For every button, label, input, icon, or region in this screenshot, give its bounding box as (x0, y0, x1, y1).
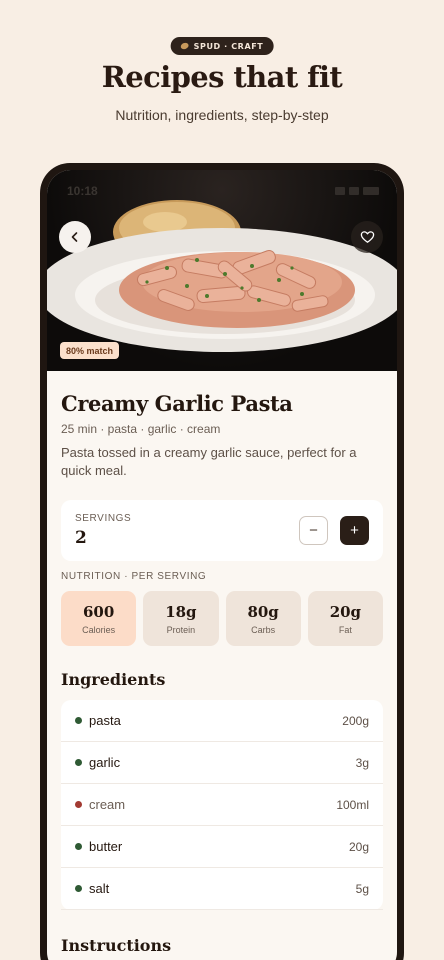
nutrition-calories: 600 Calories (61, 591, 137, 646)
nutrition-protein: 18g Protein (143, 591, 219, 646)
missing-dot-icon (75, 801, 82, 808)
match-badge: 80% match (60, 342, 120, 359)
phone-frame: 10:18 80% match Creamy Garlic Pasta 25 m… (40, 163, 404, 960)
ingredients-list: pasta 200g garlic 3g cream 100ml butter … (61, 700, 383, 910)
servings-value: 2 (75, 528, 87, 548)
brand-pill: SPUD · CRAFT (170, 37, 274, 55)
nutrition-name: Fat (338, 624, 352, 635)
heart-icon (360, 231, 374, 243)
brand-label: SPUD · CRAFT (193, 41, 264, 51)
ingredient-row[interactable]: pasta 200g (61, 700, 383, 742)
ingredient-qty: 5g (355, 881, 369, 896)
back-button[interactable] (59, 221, 91, 253)
nutrition-row: 600 Calories 18g Protein 80g Carbs 20g F… (61, 591, 383, 646)
ingredient-row[interactable]: garlic 3g (61, 742, 383, 784)
nutrition-carbs: 80g Carbs (225, 591, 301, 646)
ingredient-name: pasta (89, 713, 121, 728)
ingredient-qty: 20g (348, 839, 369, 854)
ingredient-name: garlic (89, 755, 121, 770)
status-bar: 10:18 (67, 184, 379, 198)
pasta-illustration (47, 200, 397, 352)
ingredient-qty: 200g (342, 713, 369, 728)
recipe-photo: 10:18 80% match (47, 170, 397, 371)
hero-subtitle: Nutrition, ingredients, step-by-step (115, 107, 329, 123)
potato-icon (179, 41, 190, 51)
nutrition-name: Protein (166, 624, 196, 635)
nutrition-value: 18g (165, 602, 197, 621)
ingredient-name: salt (89, 881, 110, 896)
favorite-button[interactable] (351, 221, 383, 253)
nutrition-value: 600 (82, 602, 115, 621)
ingredient-row[interactable]: salt 5g (61, 868, 383, 910)
ingredient-name: cream (89, 797, 126, 812)
ingredient-row[interactable]: cream 100ml (61, 784, 383, 826)
ingredient-qty: 3g (355, 755, 369, 770)
nutrition-name: Calories (82, 624, 116, 635)
servings-stepper: − + (299, 516, 369, 545)
in-pantry-dot-icon (75, 717, 82, 724)
decrease-servings-button[interactable]: − (299, 516, 328, 545)
recipe-description: Pasta tossed in a creamy garlic sauce, p… (61, 445, 357, 478)
nutrition-name: Carbs (251, 624, 276, 635)
increase-servings-button[interactable]: + (340, 516, 369, 545)
ingredient-name: butter (89, 839, 123, 854)
status-time: 10:18 (67, 184, 98, 198)
recipe-title: Creamy Garlic Pasta (61, 391, 293, 416)
in-pantry-dot-icon (75, 885, 82, 892)
recipe-meta: 25 min · pasta · garlic · cream (61, 422, 221, 436)
ingredients-heading: Ingredients (61, 670, 166, 689)
nutrition-label: NUTRITION · PER SERVING (61, 571, 207, 582)
ingredient-qty: 100ml (336, 797, 369, 812)
wifi-icon (349, 187, 359, 195)
instructions-heading: Instructions (61, 936, 172, 955)
nutrition-value: 80g (247, 602, 279, 621)
servings-label: SERVINGS (75, 513, 132, 524)
signal-icon (335, 187, 345, 195)
servings-card: SERVINGS 2 − + (61, 500, 383, 561)
status-icons (335, 184, 379, 198)
nutrition-value: 20g (329, 602, 362, 621)
chevron-left-icon (71, 232, 78, 242)
nutrition-fat: 20g Fat (307, 591, 383, 646)
hero-title: Recipes that fit (101, 60, 343, 94)
in-pantry-dot-icon (75, 759, 82, 766)
recipe-content: Creamy Garlic Pasta 25 min · pasta · gar… (47, 371, 397, 955)
in-pantry-dot-icon (75, 843, 82, 850)
phone-screen: 10:18 80% match Creamy Garlic Pasta 25 m… (47, 170, 397, 960)
ingredient-row[interactable]: butter 20g (61, 826, 383, 868)
battery-icon (363, 187, 379, 195)
